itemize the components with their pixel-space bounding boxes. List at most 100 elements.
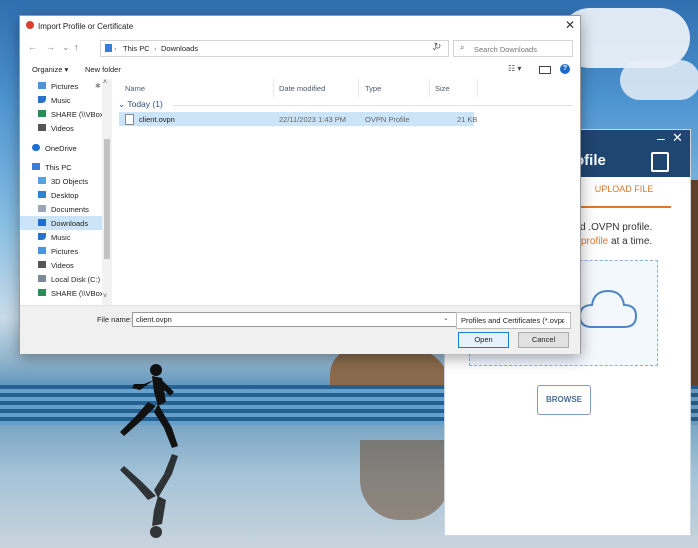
preview-pane-icon[interactable] <box>539 66 551 74</box>
nav-item-label: Music <box>51 96 71 105</box>
upload-instruction-line2: profile at a time. <box>581 236 652 247</box>
local-disk-icon <box>38 275 46 282</box>
column-header-size[interactable]: Size <box>435 84 450 93</box>
nav-item-music[interactable]: Music <box>20 230 110 244</box>
upload-instruction-rest: at a time. <box>611 236 653 247</box>
network-drive-icon <box>38 289 46 296</box>
chevron-down-icon: ⌄ <box>560 316 567 325</box>
search-icon: ⌕ <box>460 43 465 52</box>
file-name-input[interactable] <box>132 312 458 327</box>
this-pc-icon <box>32 163 40 170</box>
nav-item-documents[interactable]: Documents <box>20 202 110 216</box>
upload-instruction-highlight: profile <box>581 236 609 247</box>
file-name-dropdown-icon[interactable]: ⌄ <box>443 314 449 322</box>
3d-objects-icon <box>38 177 46 184</box>
nav-item-share[interactable]: SHARE (\\VBoxS <box>20 107 110 121</box>
column-divider <box>358 79 359 97</box>
runner-silhouette <box>120 364 178 448</box>
videos-icon <box>38 124 46 131</box>
view-options-icon[interactable]: ☷ ▾ <box>508 64 532 75</box>
refresh-icon[interactable]: ↻ <box>430 41 445 55</box>
navigation-pane: Pictures ✱ ^ Music SHARE (\\VBoxS Videos… <box>20 79 112 305</box>
vpn-close-button[interactable]: ✕ <box>672 130 683 146</box>
import-profile-dialog: Import Profile or Certificate ✕ ← → ⌄ ↑ … <box>19 15 581 354</box>
browse-button[interactable]: BROWSE <box>537 385 591 415</box>
scrollbar-thumb[interactable] <box>104 139 110 259</box>
file-name-label: File name: <box>97 315 133 324</box>
nav-item-share[interactable]: SHARE (\\VBoxS <box>20 286 110 300</box>
back-arrow-icon[interactable]: ← <box>28 42 37 52</box>
nav-item-label: Pictures <box>51 247 79 256</box>
vpn-minimize-button[interactable]: – <box>657 130 665 146</box>
nav-item-local-disk[interactable]: Local Disk (C:) <box>20 272 110 286</box>
group-divider <box>173 105 573 106</box>
videos-icon <box>38 261 46 268</box>
dialog-toolbar: Organize ▾ New folder ☷ ▾ ? <box>20 61 580 79</box>
help-icon[interactable]: ? <box>560 64 570 74</box>
documents-icon <box>38 205 46 212</box>
wallpaper-cloud <box>620 60 698 100</box>
nav-item-pictures[interactable]: Pictures ✱ ^ <box>20 79 110 93</box>
cancel-button[interactable]: Cancel <box>518 332 569 348</box>
column-divider <box>273 79 274 97</box>
group-header-today[interactable]: ⌄ Today (1) <box>118 99 163 110</box>
this-pc-icon <box>105 44 112 52</box>
file-type-select[interactable]: Profiles and Certificates (*.ovpr ⌄ <box>456 312 571 329</box>
recent-locations-chevron-icon[interactable]: ⌄ <box>62 42 70 53</box>
search-box[interactable]: ⌕ <box>453 40 573 57</box>
downloads-icon <box>38 219 46 226</box>
column-header-name[interactable]: Name <box>125 84 145 93</box>
close-button[interactable]: ✕ <box>565 18 575 32</box>
address-bar[interactable]: › This PC › Downloads ⌄ <box>100 40 449 57</box>
file-row[interactable]: client.ovpn 22/11/2023 1:43 PM OVPN Prof… <box>119 112 478 126</box>
breadcrumb-this-pc[interactable]: This PC <box>123 44 150 53</box>
collapse-chevron-icon[interactable]: ⌄ <box>118 99 127 109</box>
organize-menu[interactable]: Organize ▾ <box>32 65 68 74</box>
navigation-scrollbar[interactable]: ˄ ˅ <box>102 79 112 305</box>
onedrive-icon <box>32 144 40 151</box>
breadcrumb-downloads[interactable]: Downloads <box>161 44 198 53</box>
nav-item-label: Videos <box>51 124 74 133</box>
column-header-type[interactable]: Type <box>365 84 381 93</box>
desktop-icon <box>38 191 46 198</box>
nav-item-label: SHARE (\\VBoxS <box>51 110 109 119</box>
nav-item-this-pc[interactable]: This PC <box>20 160 110 174</box>
nav-item-onedrive[interactable]: OneDrive <box>20 141 110 155</box>
nav-item-downloads[interactable]: Downloads <box>20 216 110 230</box>
wallpaper-rock-reflection <box>360 440 450 520</box>
nav-item-label: Documents <box>51 205 89 214</box>
nav-item-desktop[interactable]: Desktop <box>20 188 110 202</box>
file-type-value: Profiles and Certificates (*.ovpr <box>461 316 565 325</box>
search-input[interactable] <box>472 42 572 56</box>
nav-item-label: Videos <box>51 261 74 270</box>
active-tab-indicator <box>579 206 671 208</box>
network-drive-icon <box>38 110 46 117</box>
nav-item-3d-objects[interactable]: 3D Objects <box>20 174 110 188</box>
open-button[interactable]: Open <box>458 332 509 348</box>
nav-item-music[interactable]: Music <box>20 93 110 107</box>
nav-item-videos[interactable]: Videos <box>20 121 110 135</box>
dialog-title: Import Profile or Certificate <box>38 22 134 31</box>
file-size: 21 KB <box>457 115 478 124</box>
pictures-icon <box>38 247 46 254</box>
address-row: ← → ⌄ ↑ › This PC › Downloads ⌄ ↻ ⌕ <box>20 38 580 58</box>
nav-item-pictures[interactable]: Pictures <box>20 244 110 258</box>
nav-item-label: This PC <box>45 163 72 172</box>
column-divider <box>477 79 478 97</box>
nav-item-videos[interactable]: Videos <box>20 258 110 272</box>
new-folder-button[interactable]: New folder <box>85 65 121 74</box>
profile-document-icon[interactable] <box>651 152 669 172</box>
up-arrow-icon[interactable]: ↑ <box>74 42 79 52</box>
nav-item-label: 3D Objects <box>51 177 89 186</box>
group-label: Today (1) <box>127 99 163 109</box>
breadcrumb-separator-icon: › <box>114 44 117 53</box>
scroll-up-icon[interactable]: ˄ <box>103 79 107 86</box>
column-header-date-modified[interactable]: Date modified <box>279 84 325 93</box>
nav-item-label: OneDrive <box>45 144 77 153</box>
nav-item-label: Local Disk (C:) <box>51 275 101 284</box>
forward-arrow-icon[interactable]: → <box>46 42 55 52</box>
scroll-down-icon[interactable]: ˅ <box>103 293 107 300</box>
dialog-footer: File name: ⌄ Profiles and Certificates (… <box>20 305 580 354</box>
tab-upload-file[interactable]: UPLOAD FILE <box>579 184 669 194</box>
runner-reflection <box>120 454 178 538</box>
